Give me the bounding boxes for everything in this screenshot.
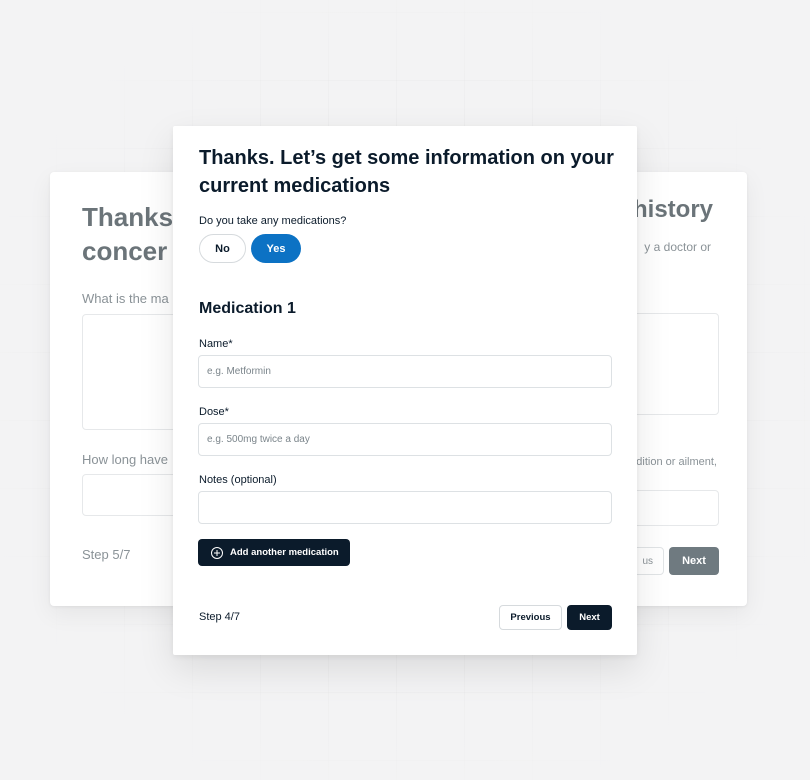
background-question-2: How long have bbox=[82, 452, 168, 467]
option-yes-button[interactable]: Yes bbox=[251, 234, 301, 263]
dose-label: Dose* bbox=[199, 406, 229, 418]
plus-circle-icon bbox=[211, 546, 223, 559]
background-question-1: What is the ma bbox=[82, 291, 169, 306]
next-button[interactable]: Next bbox=[567, 605, 612, 630]
option-no-button[interactable]: No bbox=[199, 234, 246, 263]
background-title-left: Thanks concer bbox=[82, 200, 173, 268]
form-title: Thanks. Let’s get some information on yo… bbox=[199, 147, 614, 197]
background-next-button: Next bbox=[669, 547, 719, 575]
dose-input[interactable] bbox=[198, 423, 612, 456]
medication-section-title: Medication 1 bbox=[199, 300, 296, 317]
name-label: Name* bbox=[199, 338, 233, 350]
previous-button[interactable]: Previous bbox=[499, 605, 562, 630]
medications-question: Do you take any medications? bbox=[199, 215, 347, 227]
notes-label: Notes (optional) bbox=[199, 474, 277, 486]
background-title-right: history bbox=[632, 196, 713, 223]
background-title-line-1: Thanks bbox=[82, 202, 174, 232]
background-subtitle-right: y a doctor or bbox=[644, 240, 711, 254]
background-step-indicator: Step 5/7 bbox=[82, 547, 131, 562]
medication-form-card: Thanks. Let’s get some information on yo… bbox=[173, 126, 637, 655]
name-input[interactable] bbox=[198, 355, 612, 388]
background-title-line-2: concer bbox=[82, 236, 168, 266]
background-question-2-right: dition or ailment, bbox=[636, 456, 717, 468]
step-indicator: Step 4/7 bbox=[199, 611, 240, 623]
add-another-medication-button[interactable]: Add another medication bbox=[198, 539, 350, 566]
add-another-medication-label: Add another medication bbox=[230, 547, 339, 558]
notes-input[interactable] bbox=[198, 491, 612, 524]
